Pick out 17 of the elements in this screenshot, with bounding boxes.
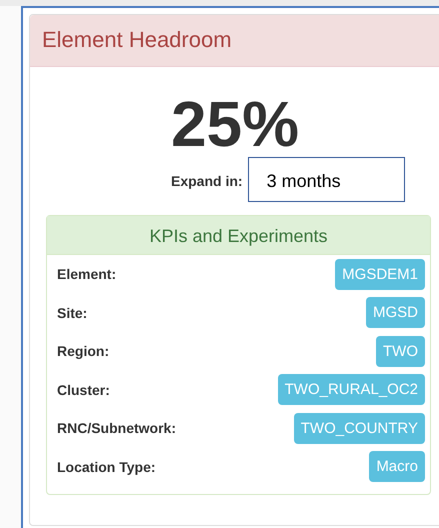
expand-label: Expand in:	[171, 172, 243, 188]
kpi-value: TWO_COUNTRY	[294, 412, 425, 444]
kpi-label: RNC/Subnetwork:	[57, 420, 176, 436]
kpi-value: MGSDEM1	[335, 258, 425, 290]
kpi-value: TWO_RURAL_OC2	[278, 374, 425, 406]
panel-title: Element Headroom	[30, 15, 439, 67]
kpi-label: Cluster:	[57, 382, 110, 398]
kpi-label: Site:	[57, 304, 88, 321]
kpi-value: Macro	[369, 451, 425, 482]
kpi-value: TWO	[376, 336, 425, 367]
kpi-label: Location Type:	[57, 458, 156, 475]
input-field[interactable]: 3 months	[248, 157, 405, 202]
kpi-title: KPIs and Experiments	[47, 216, 430, 255]
headroom-value: 25%	[170, 93, 300, 155]
kpi-value: MGSD	[366, 297, 425, 328]
kpi-label: Element:	[57, 266, 116, 282]
kpi-label: Region:	[57, 343, 110, 360]
